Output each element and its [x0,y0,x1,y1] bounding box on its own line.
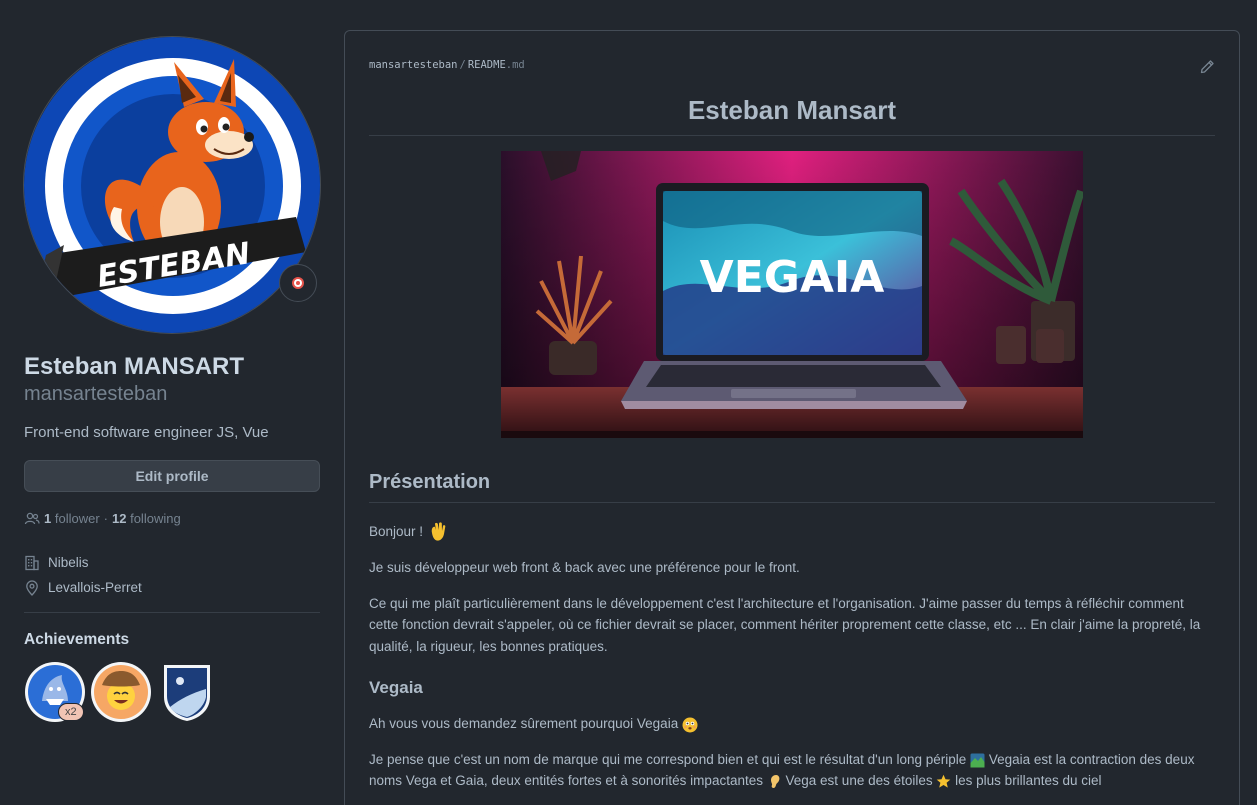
hero-illustration: VEGAIA [501,151,1083,438]
breadcrumb-owner[interactable]: mansartesteban [369,59,458,71]
intro-paragraph: Je suis développeur web front & back ave… [369,560,800,576]
set-status-button[interactable] [279,264,317,302]
company-name: Nibelis [48,555,89,570]
achievement-badge-shark[interactable]: x2 [24,661,86,723]
following-label: following [130,511,181,526]
hero-banner-image: VEGAIA [501,151,1083,438]
breadcrumb-separator: / [459,59,466,71]
readme-title: Esteban Mansart [369,93,1215,136]
greeting-text: Bonjour ! [369,524,424,539]
achievements-list: x2 [24,661,320,723]
location-item: Levallois-Perret [24,575,320,600]
vegaia-story-text-4: les plus brillantes du ciel [955,773,1102,789]
readme-content: Présentation Bonjour ! Je suis développe… [369,469,1215,792]
wave-emoji-icon [431,522,446,542]
pencil-icon[interactable] [1199,59,1215,75]
achievements-title[interactable]: Achievements [24,631,320,649]
profile-sidebar: ESTEBAN Esteban MANSART mansartesteban F… [23,36,321,723]
target-icon [292,277,304,289]
presentation-heading: Présentation [369,469,1215,503]
following-link[interactable]: 12 following [112,510,181,528]
achievement-badge-cowboy[interactable] [90,661,152,723]
ear-emoji-icon [770,775,780,789]
vegaia-question-paragraph: Ah vous vous demandez sûrement pourquoi … [369,713,1215,735]
people-icon [24,512,40,525]
building-icon [25,555,39,570]
followers-link[interactable]: 1 follower [44,510,100,528]
avatar-container: ESTEBAN [23,36,321,334]
followers-count: 1 [44,511,52,526]
arctic-badge-icon [164,665,210,721]
star-emoji-icon [937,775,951,788]
sidebar-divider [24,612,320,613]
vegaia-story-text-3: Vega est une des étoiles [785,773,933,789]
achievement-count: x2 [58,703,84,721]
vegaia-story-paragraph: Je pense que c'est un nom de marque qui … [369,749,1215,792]
flushed-emoji-icon [682,717,698,733]
map-emoji-icon [970,753,985,768]
vegaia-heading: Vegaia [369,678,423,698]
breadcrumb-filename[interactable]: README [468,59,506,71]
vegaia-question-text: Ah vous vous demandez sûrement pourquoi … [369,716,679,732]
hero-logo-text: VEGAIA [700,252,885,303]
vegaia-story-text-1: Je pense que c'est un nom de marque qui … [369,751,967,767]
architecture-paragraph: Ce qui me plaît particulièrement dans le… [369,595,1201,654]
avatar-image: ESTEBAN [24,37,320,333]
profile-fullname: Esteban MANSART [24,353,245,380]
follow-separator: · [103,511,108,526]
company-item: Nibelis [24,550,320,575]
profile-username: mansartesteban [24,383,168,405]
following-count: 12 [112,511,127,526]
location-name: Levallois-Perret [48,580,142,595]
followers-label: follower [54,511,100,526]
follow-stats: 1 follower · 12 following [24,510,320,528]
greeting-paragraph: Bonjour ! [369,521,1215,543]
profile-details: Nibelis Levallois-Perret [24,550,320,600]
achievement-badge-arctic[interactable] [156,661,218,723]
readme-breadcrumb: mansartesteban / README.md [369,59,525,71]
location-icon [26,579,38,596]
readme-panel: mansartesteban / README.md Esteban Mansart [344,30,1240,805]
edit-profile-button[interactable]: Edit profile [24,460,320,492]
avatar[interactable]: ESTEBAN [23,36,321,334]
profile-bio: Front-end software engineer JS, Vue [24,424,269,441]
cowboy-badge-icon [91,662,151,722]
breadcrumb-extension: .md [505,59,525,71]
